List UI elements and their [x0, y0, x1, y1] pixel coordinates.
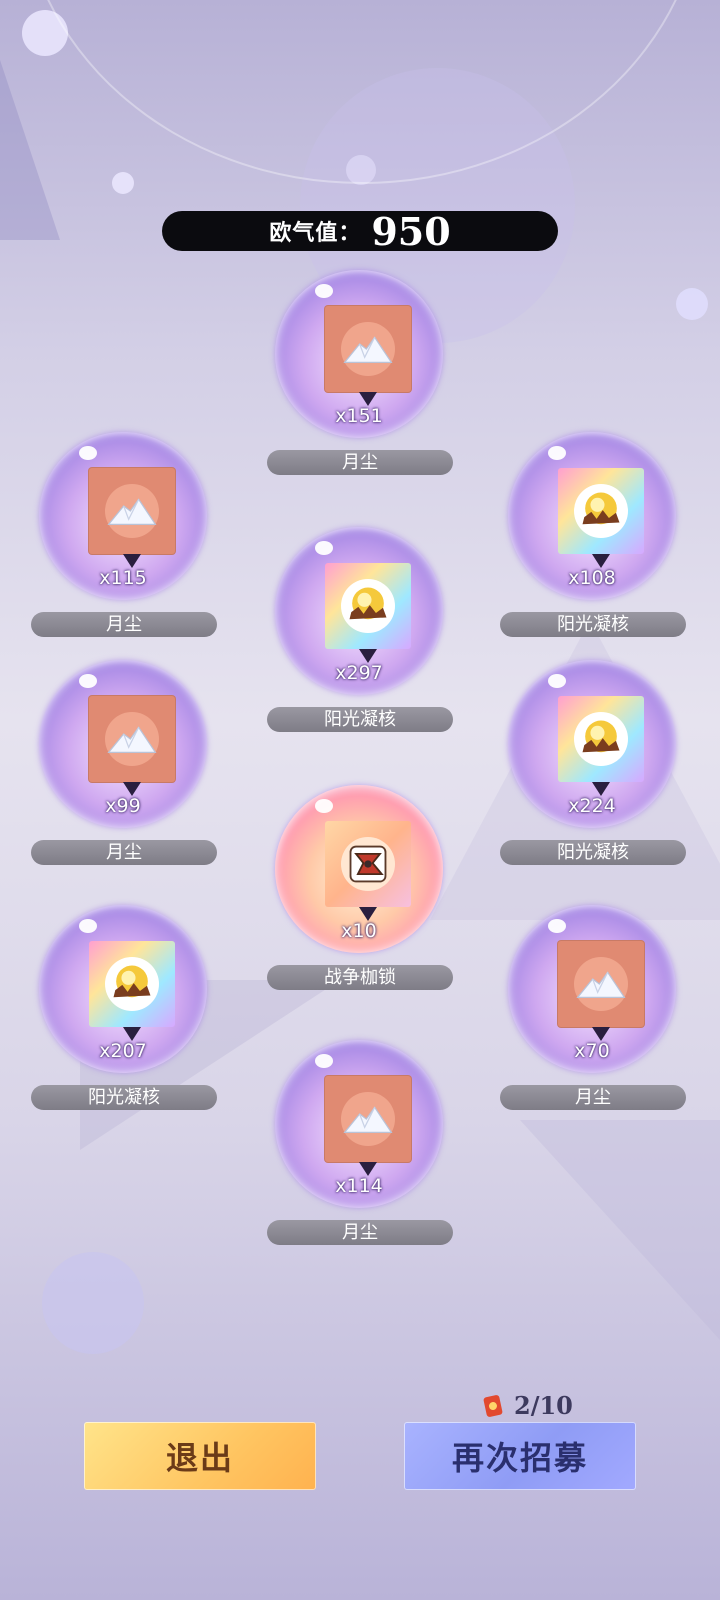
- reward-item[interactable]: x108 阳光凝核: [500, 432, 686, 644]
- item-tile: [558, 941, 644, 1027]
- pointer-icon: [123, 1027, 141, 1041]
- luck-value-bar: 欧气值： 950: [162, 208, 558, 254]
- pointer-icon: [592, 1027, 610, 1041]
- bubble-shine: [79, 919, 97, 933]
- moon-dust-icon: [574, 957, 628, 1011]
- reward-item[interactable]: x10 战争枷锁: [267, 785, 453, 997]
- item-tile: [325, 306, 411, 392]
- bubble-shine: [315, 284, 333, 298]
- reward-name: 阳光凝核: [500, 612, 686, 637]
- item-tile: [558, 468, 644, 554]
- item-tile: [325, 821, 411, 907]
- reward-item[interactable]: x224 阳光凝核: [500, 660, 686, 872]
- bubble-shine: [315, 541, 333, 555]
- ticket-count: 2/10: [514, 1391, 573, 1420]
- war-shackles-icon: [341, 837, 395, 891]
- sun-core-icon: [574, 484, 628, 538]
- reward-name: 月尘: [267, 450, 453, 475]
- reward-name: 月尘: [500, 1085, 686, 1110]
- reward-quantity: x114: [335, 1175, 383, 1197]
- reward-name: 月尘: [267, 1220, 453, 1245]
- luck-value: 950: [371, 208, 451, 254]
- moon-dust-icon: [105, 484, 159, 538]
- pointer-icon: [592, 782, 610, 796]
- reward-item[interactable]: x99 月尘: [31, 660, 217, 872]
- item-tile: [558, 696, 644, 782]
- reward-name: 阳光凝核: [500, 840, 686, 865]
- reward-quantity: x224: [568, 795, 616, 817]
- bubble-shine: [548, 919, 566, 933]
- sun-core-icon: [341, 579, 395, 633]
- item-tile: [89, 696, 175, 782]
- bubble-shine: [315, 1054, 333, 1068]
- reward-name: 月尘: [31, 840, 217, 865]
- reward-quantity: x115: [99, 567, 147, 589]
- reward-name: 阳光凝核: [31, 1085, 217, 1110]
- recruit-again-button[interactable]: 再次招募: [404, 1422, 636, 1490]
- reward-item[interactable]: x297 阳光凝核: [267, 527, 453, 739]
- luck-label: 欧气值：: [269, 221, 362, 246]
- reward-quantity: x10: [341, 920, 377, 942]
- moon-dust-icon: [105, 712, 159, 766]
- moon-dust-icon: [341, 322, 395, 376]
- reward-quantity: x108: [568, 567, 616, 589]
- pointer-icon: [123, 554, 141, 568]
- bubble-shine: [79, 674, 97, 688]
- exit-button[interactable]: 退出: [84, 1422, 316, 1490]
- reward-quantity: x207: [99, 1040, 147, 1062]
- reward-item[interactable]: x70 月尘: [500, 905, 686, 1117]
- reward-quantity: x70: [574, 1040, 610, 1062]
- reward-quantity: x99: [105, 795, 141, 817]
- pointer-icon: [592, 554, 610, 568]
- pointer-icon: [123, 782, 141, 796]
- bubble-shine: [548, 446, 566, 460]
- reward-item[interactable]: x115 月尘: [31, 432, 217, 644]
- item-tile: [325, 563, 411, 649]
- item-tile: [325, 1076, 411, 1162]
- sun-core-icon: [574, 712, 628, 766]
- reward-quantity: x297: [335, 662, 383, 684]
- reward-name: 阳光凝核: [267, 707, 453, 732]
- pointer-icon: [359, 649, 377, 663]
- bubble-shine: [315, 799, 333, 813]
- reward-quantity: x151: [335, 405, 383, 427]
- pointer-icon: [359, 392, 377, 406]
- item-tile: [89, 941, 175, 1027]
- reward-item[interactable]: x151 月尘: [267, 270, 453, 482]
- moon-dust-icon: [341, 1092, 395, 1146]
- reward-name: 月尘: [31, 612, 217, 637]
- pointer-icon: [359, 1162, 377, 1176]
- exit-button-label: 退出: [165, 1439, 234, 1477]
- recruit-again-button-label: 再次招募: [451, 1439, 588, 1477]
- bubble-shine: [79, 446, 97, 460]
- reward-name: 战争枷锁: [267, 965, 453, 990]
- pointer-icon: [359, 907, 377, 921]
- reward-item[interactable]: x207 阳光凝核: [31, 905, 217, 1117]
- ticket-icon: [483, 1394, 503, 1417]
- ticket-counter: 2/10: [482, 1391, 573, 1420]
- sun-core-icon: [105, 957, 159, 1011]
- item-tile: [89, 468, 175, 554]
- bubble-shine: [548, 674, 566, 688]
- reward-item[interactable]: x114 月尘: [267, 1040, 453, 1252]
